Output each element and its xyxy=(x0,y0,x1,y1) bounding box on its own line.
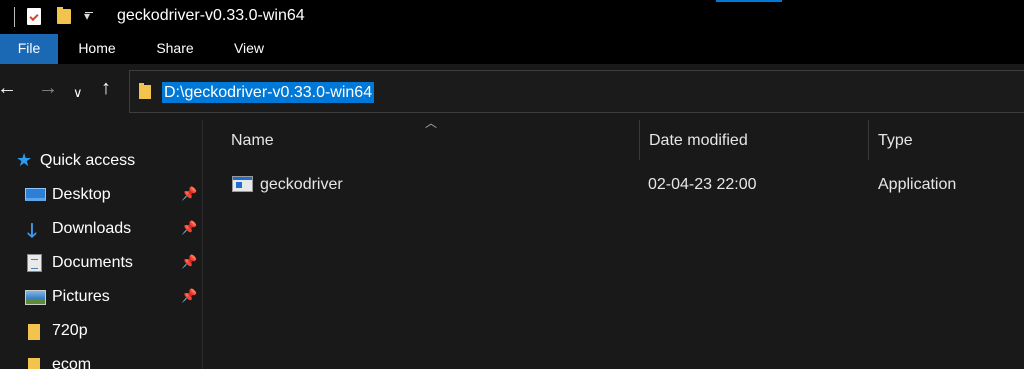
sidebar-item-quick-access[interactable]: ★ Quick access xyxy=(0,146,202,176)
download-icon: 🡓 xyxy=(27,221,37,242)
documents-icon xyxy=(27,254,42,272)
sidebar-item-label: Documents xyxy=(52,254,133,271)
column-header-date-modified[interactable]: Date modified xyxy=(649,132,748,150)
pictures-icon xyxy=(25,290,46,305)
column-divider[interactable] xyxy=(639,120,640,160)
sidebar-item-label: Quick access xyxy=(40,152,136,169)
sort-ascending-icon: ︿ xyxy=(425,116,438,130)
recent-locations-chevron-icon[interactable]: ∨ xyxy=(73,81,83,105)
sidebar-item-downloads[interactable]: 🡓 Downloads 📌 xyxy=(0,214,202,244)
window-title: geckodriver-v0.33.0-win64 xyxy=(117,7,305,24)
pin-icon: 📌 xyxy=(181,288,198,303)
title-bar: ▾ geckodriver-v0.33.0-win64 xyxy=(0,0,1024,34)
folder-icon xyxy=(28,358,40,369)
tab-file[interactable]: File xyxy=(0,34,58,64)
column-divider[interactable] xyxy=(868,120,869,160)
sidebar-item-ecom[interactable]: ecom xyxy=(0,350,202,369)
application-icon xyxy=(232,176,253,192)
navigation-pane: ★ Quick access Desktop 📌 🡓 Downloads 📌 D… xyxy=(0,120,202,369)
quick-access-separator xyxy=(14,7,15,27)
forward-arrow-icon[interactable]: → xyxy=(38,76,58,100)
sidebar-item-desktop[interactable]: Desktop 📌 xyxy=(0,180,202,210)
new-folder-icon[interactable] xyxy=(57,7,71,24)
sidebar-item-documents[interactable]: Documents 📌 xyxy=(0,248,202,278)
address-path[interactable]: D:\geckodriver-v0.33.0-win64 xyxy=(162,82,375,103)
sidebar-item-label: Downloads xyxy=(52,220,132,237)
tab-home[interactable]: Home xyxy=(68,34,126,64)
sidebar-item-label: ecom xyxy=(52,356,92,369)
sidebar-item-720p[interactable]: 720p xyxy=(0,316,202,346)
address-row: ← → ∨ ↑ D:\geckodriver-v0.33.0-win64 xyxy=(0,64,1024,120)
sidebar-item-label: 720p xyxy=(52,322,88,339)
pin-icon: 📌 xyxy=(181,220,198,235)
sidebar-item-label: Pictures xyxy=(52,288,110,305)
sidebar-item-label: Desktop xyxy=(52,186,111,203)
folder-icon xyxy=(139,83,151,99)
customize-toolbar-caret-icon[interactable]: ▾ xyxy=(84,8,90,24)
up-arrow-icon[interactable]: ↑ xyxy=(101,76,111,100)
folder-icon xyxy=(28,324,40,340)
column-header-type[interactable]: Type xyxy=(878,132,913,150)
pin-icon: 📌 xyxy=(181,186,198,201)
file-name: geckodriver xyxy=(260,176,343,193)
pin-icon: 📌 xyxy=(181,254,198,269)
properties-icon[interactable] xyxy=(27,8,41,25)
column-header-name[interactable]: Name xyxy=(231,132,274,150)
file-type: Application xyxy=(878,176,957,193)
desktop-icon xyxy=(25,188,46,201)
tab-view[interactable]: View xyxy=(220,34,278,64)
back-arrow-icon[interactable]: ← xyxy=(0,76,17,100)
tab-share[interactable]: Share xyxy=(146,34,204,64)
file-row[interactable]: geckodriver 02-04-23 22:00 Application xyxy=(203,170,1024,200)
title-accent-bar xyxy=(716,0,782,2)
star-icon: ★ xyxy=(16,150,33,170)
sidebar-item-pictures[interactable]: Pictures 📌 xyxy=(0,282,202,312)
ribbon-tabs: File Home Share View xyxy=(0,34,1024,64)
address-bar[interactable]: D:\geckodriver-v0.33.0-win64 xyxy=(129,70,1024,113)
column-header-row: ︿ Name Date modified Type xyxy=(203,116,1024,163)
file-date-modified: 02-04-23 22:00 xyxy=(648,176,757,193)
